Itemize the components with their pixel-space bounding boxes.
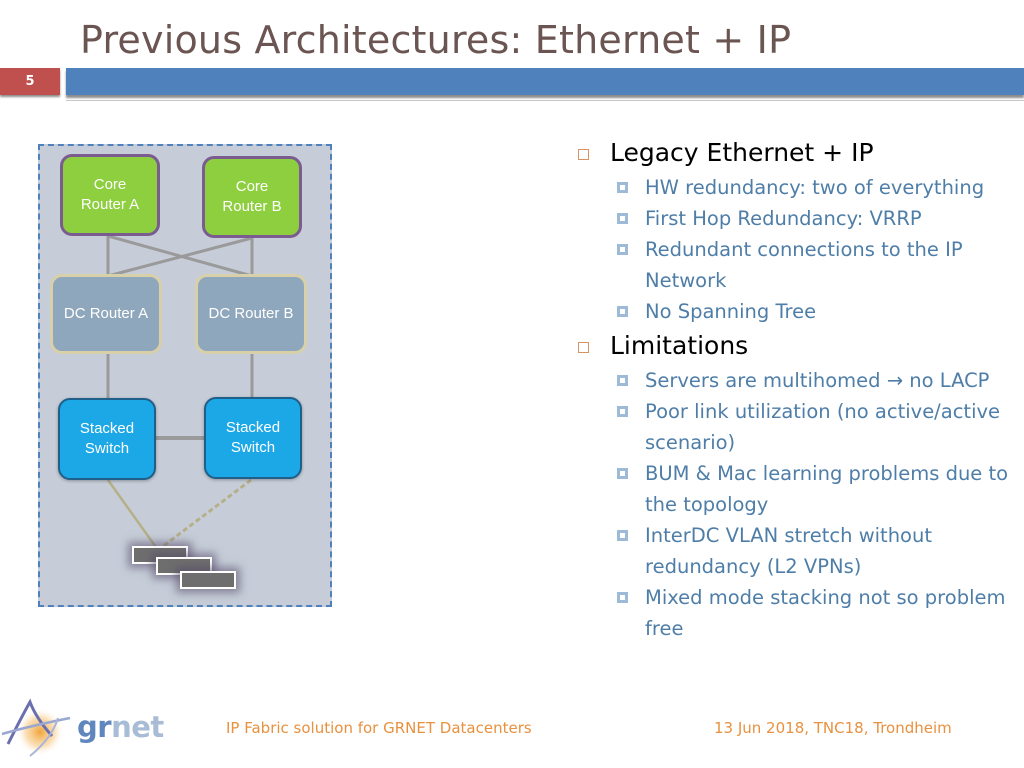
list-item: First Hop Redundancy: VRRP [570,203,1010,234]
list-item-text: HW redundancy: two of everything [645,176,985,199]
square-bullet-icon [578,149,589,160]
dc-router-b: DC Router B [195,274,307,354]
list-item-text: First Hop Redundancy: VRRP [645,207,922,230]
list-item: BUM & Mac learning problems due to the t… [570,458,1010,520]
square-bullet-icon [617,306,628,317]
stacked-switch-a: Stacked Switch [58,398,156,480]
section-heading: Limitations [570,329,1010,363]
bullet-content: Legacy Ethernet + IP HW redundancy: two … [570,136,1010,644]
stacked-switch-b: Stacked Switch [204,397,302,479]
footer-presentation-title: IP Fabric solution for GRNET Datacenters [226,719,532,737]
list-item-text: InterDC VLAN stretch without redundancy … [645,524,932,578]
square-bullet-icon [617,213,628,224]
list-item-text: No Spanning Tree [645,300,817,323]
square-bullet-icon [617,406,628,417]
core-router-a-label: Core Router A [80,176,140,213]
list-item: Poor link utilization (no active/active … [570,396,1010,458]
server-icon [180,571,236,589]
list-item: HW redundancy: two of everything [570,172,1010,203]
square-bullet-icon [578,342,589,353]
list-item: Redundant connections to the IP Network [570,234,1010,296]
link-swA-server [106,479,160,551]
network-diagram: Core Router A Core Router B DC Router A … [38,144,332,607]
list-item: No Spanning Tree [570,296,1010,327]
core-router-b-label: Core Router B [222,178,282,215]
square-bullet-icon [617,592,628,603]
list-item-text: Mixed mode stacking not so problem free [645,586,1006,640]
footer-date-event: 13 Jun 2018, TNC18, Trondheim [714,719,952,737]
title-divider [66,100,1024,101]
section-heading-text: Legacy Ethernet + IP [610,138,874,167]
list-item-text: Servers are multihomed → no LACP [645,369,990,392]
grnet-logo-text: grnet [77,710,164,744]
list-item-text: Redundant connections to the IP Network [645,238,963,292]
square-bullet-icon [617,182,628,193]
core-router-a: Core Router A [60,154,160,236]
list-item-text: BUM & Mac learning problems due to the t… [645,462,1009,516]
list-item-text: Poor link utilization (no active/active … [645,400,1001,454]
list-item: Mixed mode stacking not so problem free [570,582,1010,644]
stacked-switch-a-label: Stacked Switch [79,420,135,457]
stacked-switch-b-label: Stacked Switch [225,419,281,456]
section-heading: Legacy Ethernet + IP [570,136,1010,170]
square-bullet-icon [617,468,628,479]
slide-number: 5 [0,68,60,95]
square-bullet-icon [617,530,628,541]
dc-router-b-label: DC Router B [208,305,294,322]
list-item: Servers are multihomed → no LACP [570,365,1010,396]
section-heading-text: Limitations [610,331,749,360]
dc-router-a: DC Router A [50,274,162,354]
list-item: InterDC VLAN stretch without redundancy … [570,520,1010,582]
slide-title: Previous Architectures: Ethernet + IP [80,18,792,62]
square-bullet-icon [617,244,628,255]
link-swB-server [157,478,252,552]
core-router-b: Core Router B [202,156,302,238]
dc-router-a-label: DC Router A [63,305,149,322]
title-bar [66,68,1024,95]
square-bullet-icon [617,375,628,386]
